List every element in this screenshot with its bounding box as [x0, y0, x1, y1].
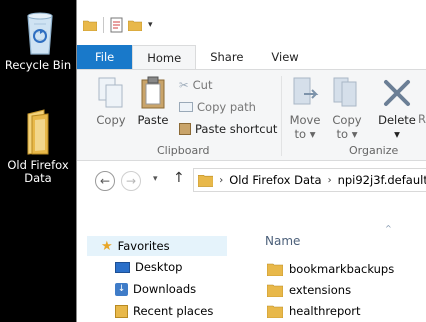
- list-item[interactable]: extensions: [267, 283, 351, 297]
- delete-x-icon: [384, 80, 410, 106]
- nav-item-downloads[interactable]: ↓ Downloads: [115, 282, 196, 296]
- copy-path-icon: [179, 102, 193, 112]
- paste-label: Paste: [137, 113, 169, 127]
- folder-small-icon[interactable]: [83, 19, 97, 31]
- folder-icon: [267, 284, 283, 297]
- folder-icon: [267, 305, 283, 318]
- chevron-down-icon: ▾: [309, 127, 316, 141]
- downloads-icon: ↓: [115, 282, 128, 296]
- folder-label-line2: Data: [24, 171, 52, 185]
- properties-icon[interactable]: [110, 17, 124, 33]
- nav-item-recent-places[interactable]: Recent places: [115, 304, 213, 318]
- tab-view[interactable]: View: [257, 45, 312, 69]
- tab-share[interactable]: Share: [196, 45, 257, 69]
- breadcrumb-profile[interactable]: npi92j3f.default-: [338, 173, 426, 187]
- ribbon-separator: [281, 76, 282, 156]
- nav-item-desktop[interactable]: Desktop: [115, 260, 182, 274]
- explorer-window: ▾ File Home Share View Copy Paste ✂ Cut …: [76, 0, 426, 322]
- sort-ascending-icon: ^: [385, 224, 392, 233]
- forward-button[interactable]: →: [121, 171, 141, 191]
- file-name: extensions: [289, 283, 352, 297]
- folder-icon: [27, 109, 49, 155]
- paste-shortcut-label: Paste shortcut: [195, 122, 278, 136]
- list-item[interactable]: healthreport: [267, 304, 361, 318]
- navigation-pane: ★ Favorites Desktop ↓ Downloads Recent p…: [77, 198, 237, 322]
- qat-separator: [103, 17, 104, 33]
- chevron-right-icon[interactable]: ›: [219, 175, 223, 186]
- move-to-button[interactable]: Move to ▾: [287, 76, 323, 141]
- delete-button[interactable]: Delete ▾: [377, 76, 417, 141]
- ribbon-home: Copy Paste ✂ Cut Copy path Paste shortcu…: [77, 69, 426, 161]
- paste-button[interactable]: Paste: [133, 76, 173, 127]
- desktop-icon: [115, 261, 130, 273]
- title-bar: ▾: [77, 0, 426, 42]
- cut-button[interactable]: ✂ Cut: [179, 78, 212, 92]
- chevron-down-icon: ▾: [394, 127, 400, 141]
- arrow-right-icon: →: [125, 174, 137, 188]
- address-bar[interactable]: › Old Firefox Data › npi92j3f.default-: [193, 168, 426, 192]
- list-item[interactable]: bookmarkbackups: [267, 262, 394, 276]
- copy-to-icon: [333, 77, 357, 107]
- copy-label: Copy: [96, 113, 126, 127]
- recent-locations-chevron-down-icon[interactable]: ▾: [153, 174, 158, 184]
- breadcrumb-old-firefox-data[interactable]: Old Firefox Data: [229, 173, 321, 187]
- quick-access-toolbar: ▾: [83, 17, 153, 33]
- tab-file[interactable]: File: [77, 45, 133, 69]
- recycle-bin-desktop-icon[interactable]: Recycle Bin: [0, 6, 76, 72]
- recent-places-icon: [115, 304, 128, 318]
- folder-small-icon: [198, 174, 214, 187]
- scissors-icon: ✂: [179, 78, 189, 92]
- arrow-left-icon: ←: [99, 174, 111, 188]
- rename-button-partial[interactable]: R: [418, 112, 426, 126]
- ribbon-tabs: File Home Share View: [77, 45, 426, 69]
- copy-to-button[interactable]: Copy to ▾: [329, 76, 365, 141]
- star-icon: ★: [101, 238, 113, 254]
- old-firefox-data-desktop-icon[interactable]: Old Firefox Data: [0, 108, 76, 185]
- customize-qat-chevron-down-icon[interactable]: ▾: [148, 20, 153, 30]
- copy-icon: [98, 77, 123, 108]
- copy-to-label: Copy: [332, 113, 362, 127]
- chevron-down-icon: ▾: [351, 127, 358, 141]
- column-header-name[interactable]: Name: [265, 234, 300, 248]
- copy-to-label-line2: to ▾: [336, 127, 358, 141]
- copy-button[interactable]: Copy: [91, 76, 131, 127]
- tab-home[interactable]: Home: [132, 45, 197, 69]
- file-list: ^ Name bookmarkbackups extensions health…: [237, 198, 426, 322]
- folder-icon: [267, 263, 283, 276]
- clipboard-paste-icon: [141, 76, 165, 109]
- clipboard-group-label: Clipboard: [157, 144, 210, 157]
- chevron-right-icon[interactable]: ›: [328, 175, 332, 186]
- recycle-bin-icon: [27, 12, 53, 55]
- new-folder-icon[interactable]: [128, 19, 142, 31]
- rename-label: R: [418, 112, 426, 126]
- cut-label: Cut: [192, 78, 213, 92]
- move-to-label: Move: [289, 113, 321, 127]
- up-arrow-icon[interactable]: ↑: [173, 170, 185, 186]
- back-button[interactable]: ←: [95, 171, 115, 191]
- downloads-label: Downloads: [133, 282, 197, 296]
- copy-path-button[interactable]: Copy path: [179, 100, 256, 114]
- move-to-icon: [293, 77, 319, 105]
- paste-shortcut-icon: [179, 123, 191, 135]
- favorites-label: Favorites: [117, 239, 170, 253]
- move-to-label-line2: to ▾: [294, 127, 316, 141]
- organize-group-label: Organize: [349, 144, 399, 157]
- recycle-bin-label: Recycle Bin: [4, 58, 72, 72]
- nav-item-favorites[interactable]: ★ Favorites: [87, 236, 227, 256]
- desktop-label: Desktop: [135, 260, 183, 274]
- copy-path-label: Copy path: [197, 100, 256, 114]
- file-name: bookmarkbackups: [289, 262, 395, 276]
- delete-label: Delete: [378, 113, 416, 127]
- recent-places-label: Recent places: [133, 304, 214, 318]
- navigation-bar: ← → ▾ ↑ › Old Firefox Data › npi92j3f.de…: [77, 162, 426, 198]
- paste-shortcut-button[interactable]: Paste shortcut: [179, 122, 277, 136]
- file-name: healthreport: [289, 304, 361, 318]
